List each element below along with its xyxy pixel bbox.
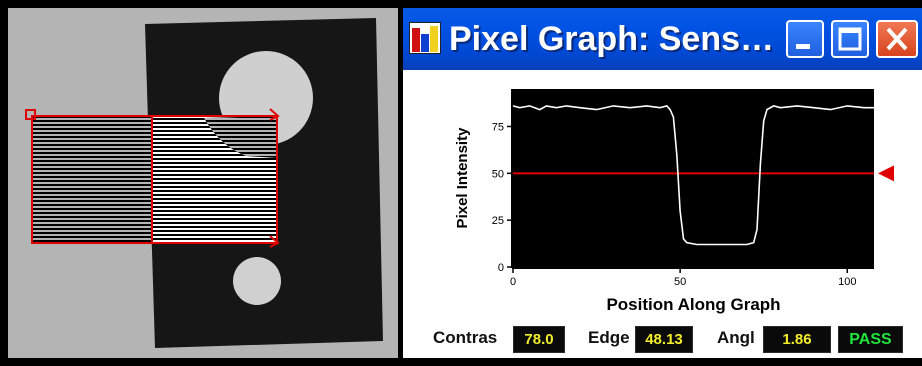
minimize-icon bbox=[796, 44, 810, 49]
y-tick-label: 75 bbox=[492, 121, 504, 133]
roi-left-stripes bbox=[32, 116, 152, 243]
x-axis-label: Position Along Graph bbox=[606, 295, 780, 314]
result-badge: PASS bbox=[838, 326, 903, 353]
y-tick-label: 0 bbox=[498, 262, 504, 274]
chart-app-icon bbox=[409, 22, 441, 54]
edge-value: 48.13 bbox=[635, 326, 693, 353]
x-tick-label: 50 bbox=[674, 276, 686, 288]
y-axis-label: Pixel Intensity bbox=[454, 127, 471, 229]
contrast-label: Contras bbox=[433, 328, 498, 347]
contrast-value: 78.0 bbox=[513, 326, 565, 353]
close-button[interactable] bbox=[876, 20, 918, 58]
plot-background bbox=[513, 89, 874, 267]
minimize-button[interactable] bbox=[786, 20, 824, 58]
maximize-button[interactable] bbox=[831, 20, 869, 58]
small-hole bbox=[233, 257, 281, 305]
pixel-graph-window: Pixel Graph: Sens… 0 25 50 75 0 50 100 Position… bbox=[403, 8, 922, 358]
angle-label: Angl bbox=[717, 328, 755, 347]
y-tick-label: 50 bbox=[492, 168, 504, 180]
close-icon bbox=[886, 27, 908, 51]
status-row: Contras 78.0 Edge 48.13 Angl 1.86 PASS bbox=[403, 320, 922, 358]
maximize-icon bbox=[838, 27, 862, 51]
title-bar[interactable]: Pixel Graph: Sens… bbox=[403, 8, 922, 70]
angle-value: 1.86 bbox=[763, 326, 831, 353]
y-tick-label: 25 bbox=[492, 215, 504, 227]
edge-label: Edge bbox=[588, 328, 630, 347]
camera-image-view[interactable] bbox=[8, 8, 398, 358]
pixel-graph-chart: 0 25 50 75 0 50 100 Position Along Graph Pixel I… bbox=[454, 89, 894, 314]
camera-image bbox=[25, 18, 383, 348]
x-tick-label: 0 bbox=[510, 276, 516, 288]
threshold-marker bbox=[878, 165, 894, 182]
x-tick-label: 100 bbox=[838, 276, 856, 288]
left-frame bbox=[0, 0, 8, 366]
graph-area: 0 25 50 75 0 50 100 Position Along Graph Pixel I… bbox=[403, 70, 922, 320]
window-title: Pixel Graph: Sens… bbox=[449, 20, 774, 58]
